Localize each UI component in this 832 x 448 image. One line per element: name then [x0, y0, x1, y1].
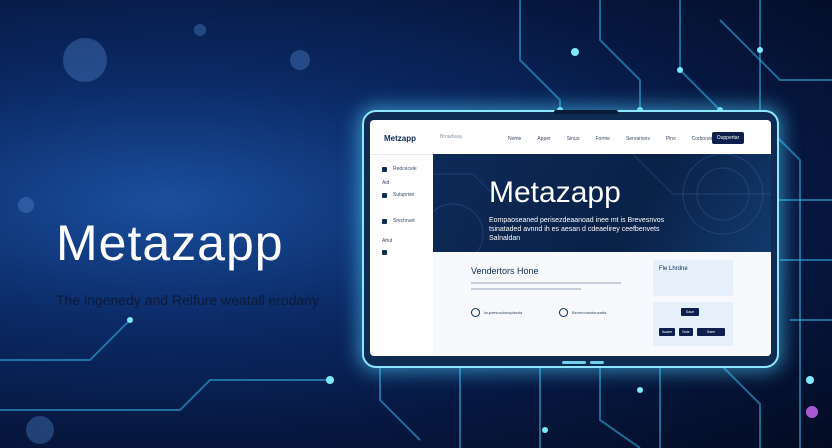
nav-item[interactable]: Corbonar — [692, 136, 713, 142]
nav-item[interactable]: Sinuo — [567, 136, 580, 142]
sidebar-item[interactable]: Redcecele — [382, 166, 417, 172]
sidebar-heading: Aid — [382, 180, 390, 186]
feature-card[interactable]: Ieupresocdonaplseda — [471, 308, 522, 317]
action-panel: Saue Aoaee Noie Saee — [653, 302, 733, 346]
app-header: Metzapp Broadway Nome Apper Sinuo Forme … — [370, 120, 771, 155]
user-icon — [382, 192, 387, 198]
feature-card-label: Ieupresocdonaplseda — [484, 310, 523, 315]
app-logo[interactable]: Metzapp — [384, 134, 416, 143]
shield-icon — [559, 308, 568, 317]
cta-button[interactable]: Ouppertar — [712, 132, 744, 144]
sidebar-item[interactable]: Sutuprise — [382, 192, 414, 198]
nav-item[interactable]: Servarions — [626, 136, 650, 142]
action-button[interactable]: Aoaee — [659, 328, 675, 336]
sidebar-item-label: Srechnart — [393, 218, 415, 224]
sidebar-item[interactable]: Srechnart — [382, 218, 415, 224]
hero-title: Metazapp — [56, 215, 284, 271]
feature-card-label: Bexmocarstonsatta — [572, 310, 607, 315]
text-placeholder — [471, 288, 581, 290]
side-panel-title: Fle Lhrdne — [659, 266, 688, 272]
sidebar-item-label: Redcecele — [393, 166, 417, 172]
device-notch — [554, 110, 618, 114]
hero-banner: Metazapp Eompaoseaned perisezdeaanoad in… — [433, 154, 771, 252]
device-frame: Metzapp Broadway Nome Apper Sinuo Forme … — [362, 110, 779, 368]
top-nav: Nome Apper Sinuo Forme Servarions Plns C… — [508, 136, 712, 142]
app-screen: Metzapp Broadway Nome Apper Sinuo Forme … — [370, 120, 771, 356]
features-title: Vendertors Hone — [471, 266, 539, 276]
sidebar-item-label: Sutuprise — [393, 192, 415, 198]
nav-item[interactable]: Apper — [537, 136, 550, 142]
sidebar-item[interactable] — [382, 250, 387, 255]
home-indicator — [562, 361, 586, 364]
grid-icon — [382, 250, 387, 255]
action-button[interactable]: Noie — [679, 328, 693, 336]
sidebar-heading: Ahut — [382, 238, 393, 244]
globe-icon — [471, 308, 480, 317]
action-button[interactable]: Saee — [697, 328, 725, 336]
feature-card[interactable]: Bexmocarstonsatta — [559, 308, 606, 317]
banner-title: Metazapp — [489, 176, 621, 209]
sidebar: Redcecele Aid Sutuprise Srechnart Ahut — [370, 154, 434, 356]
action-button[interactable]: Saue — [681, 308, 699, 316]
doc-icon — [382, 166, 387, 172]
app-logo-subtitle: Broadway — [440, 134, 463, 140]
text-placeholder — [471, 282, 621, 284]
nav-item[interactable]: Forme — [595, 136, 609, 142]
side-panel: Fle Lhrdne — [653, 260, 733, 296]
home-indicator — [590, 361, 604, 364]
nav-item[interactable]: Nome — [508, 136, 521, 142]
hero-tagline: The ingenedy and Relfure weatall erodany — [56, 292, 320, 308]
banner-description: Eompaoseaned perisezdeaanoad inee mt is … — [489, 217, 665, 242]
mail-icon — [382, 218, 387, 224]
content-area: Vendertors Hone Ieupresocdonaplseda Bexm… — [433, 252, 771, 356]
nav-item[interactable]: Plns — [666, 136, 676, 142]
